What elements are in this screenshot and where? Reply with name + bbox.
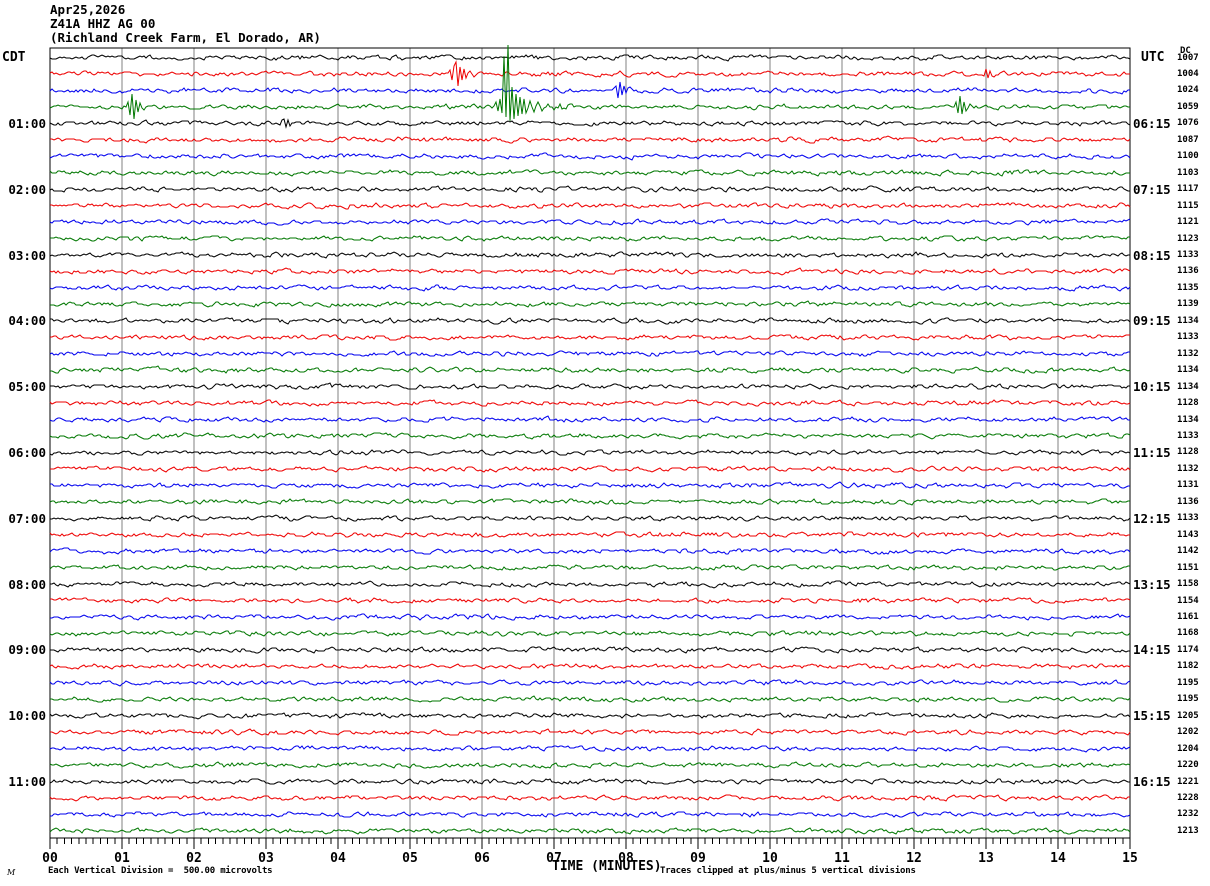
dc-value: 1133 xyxy=(1177,332,1199,343)
dc-value: 1134 xyxy=(1177,381,1199,392)
dc-value: 1154 xyxy=(1177,595,1199,606)
cdt-label: 06:00 xyxy=(8,444,46,460)
dc-value: 1100 xyxy=(1177,151,1199,162)
dc-value: 1103 xyxy=(1177,167,1199,178)
x-tick-label: 11 xyxy=(834,851,850,866)
dc-value: 1195 xyxy=(1177,677,1199,688)
x-tick-label: 02 xyxy=(186,851,202,866)
dc-value: 1123 xyxy=(1177,233,1199,244)
cdt-label: 11:00 xyxy=(8,774,46,789)
utc-label: 09:15 xyxy=(1133,313,1171,329)
clip-note: Traces clipped at plus/minus 5 vertical … xyxy=(660,866,916,876)
dc-value: 1132 xyxy=(1177,463,1199,474)
cdt-label: 09:00 xyxy=(8,642,46,658)
x-tick-label: 01 xyxy=(114,851,130,866)
x-tick-label: 09 xyxy=(690,851,706,866)
dc-value: 1202 xyxy=(1177,727,1199,738)
cdt-label: 02:00 xyxy=(8,181,46,197)
dc-value: 1007 xyxy=(1177,52,1199,63)
utc-label: 14:15 xyxy=(1133,642,1171,658)
cdt-label: 08:00 xyxy=(8,576,46,592)
x-tick-label: 12 xyxy=(906,851,922,866)
helicorder-page: Apr25,2026 Z41A HHZ AG 00 (Richland Cree… xyxy=(0,0,1210,886)
dc-value: 1134 xyxy=(1177,365,1199,376)
dc-value: 1174 xyxy=(1177,644,1199,655)
watermark-mark: M xyxy=(7,868,16,877)
utc-label: 06:15 xyxy=(1133,115,1171,131)
dc-value: 1182 xyxy=(1177,661,1199,672)
dc-value: 1128 xyxy=(1177,447,1199,458)
dc-value: 1221 xyxy=(1177,776,1199,787)
utc-label: 13:15 xyxy=(1133,576,1171,592)
x-tick-label: 13 xyxy=(978,851,994,866)
cdt-label: 03:00 xyxy=(8,247,46,263)
utc-label: 16:15 xyxy=(1133,774,1171,789)
dc-value: 1128 xyxy=(1177,398,1199,409)
x-tick-label: 04 xyxy=(330,851,346,866)
dc-value: 1142 xyxy=(1177,546,1199,557)
utc-label: 10:15 xyxy=(1133,379,1171,395)
dc-value: 1232 xyxy=(1177,809,1199,820)
dc-value: 1134 xyxy=(1177,414,1199,425)
dc-value: 1204 xyxy=(1177,743,1199,754)
dc-value: 1117 xyxy=(1177,184,1199,195)
x-tick-label: 10 xyxy=(762,851,778,866)
dc-value: 1161 xyxy=(1177,612,1199,622)
dc-value: 1136 xyxy=(1177,496,1199,507)
dc-value: 1220 xyxy=(1177,760,1199,771)
cdt-label: 07:00 xyxy=(8,510,46,526)
dc-value: 1133 xyxy=(1177,431,1199,441)
x-tick-label: 00 xyxy=(42,851,58,866)
dc-value: 1131 xyxy=(1177,480,1199,491)
x-tick-label: 15 xyxy=(1122,851,1138,866)
dc-value: 1087 xyxy=(1177,134,1199,145)
dc-value: 1195 xyxy=(1177,694,1199,705)
cdt-label: 04:00 xyxy=(8,313,46,329)
x-tick-label: 14 xyxy=(1050,851,1066,866)
dc-value: 1115 xyxy=(1177,200,1199,211)
cdt-label: 10:00 xyxy=(8,708,46,724)
dc-value: 1136 xyxy=(1177,266,1199,277)
x-tick-label: 03 xyxy=(258,851,274,866)
dc-value: 1004 xyxy=(1177,69,1199,79)
dc-value: 1132 xyxy=(1177,348,1199,359)
dc-value: 1121 xyxy=(1177,217,1199,227)
x-axis-title: TIME (MINUTES) xyxy=(552,859,662,874)
dc-value: 1151 xyxy=(1177,562,1199,573)
dc-value: 1143 xyxy=(1177,529,1199,540)
scale-note: Each Vertical Division = 500.00 microvol… xyxy=(48,866,273,876)
helicorder-plot xyxy=(49,44,1131,849)
utc-label: 08:15 xyxy=(1133,247,1171,263)
dc-value: 1133 xyxy=(1177,513,1199,524)
dc-value: 1134 xyxy=(1177,315,1199,326)
dc-value: 1205 xyxy=(1177,710,1199,721)
dc-value: 1139 xyxy=(1177,299,1199,310)
utc-label: 07:15 xyxy=(1133,181,1171,197)
cdt-label: 01:00 xyxy=(8,115,46,131)
dc-value: 1059 xyxy=(1177,101,1199,112)
x-tick-label: 05 xyxy=(402,851,418,866)
dc-value: 1133 xyxy=(1177,250,1199,260)
cdt-label: 05:00 xyxy=(8,379,46,395)
x-tick-label: 06 xyxy=(474,851,490,866)
dc-value: 1213 xyxy=(1177,825,1199,836)
utc-label: 11:15 xyxy=(1133,444,1171,460)
dc-value: 1158 xyxy=(1177,579,1199,590)
utc-label: 15:15 xyxy=(1133,708,1171,724)
utc-label: 12:15 xyxy=(1133,510,1171,526)
dc-value: 1168 xyxy=(1177,628,1199,639)
dc-value: 1228 xyxy=(1177,793,1199,803)
dc-value: 1076 xyxy=(1177,118,1199,129)
dc-value: 1024 xyxy=(1177,85,1199,96)
dc-value: 1135 xyxy=(1177,282,1199,293)
